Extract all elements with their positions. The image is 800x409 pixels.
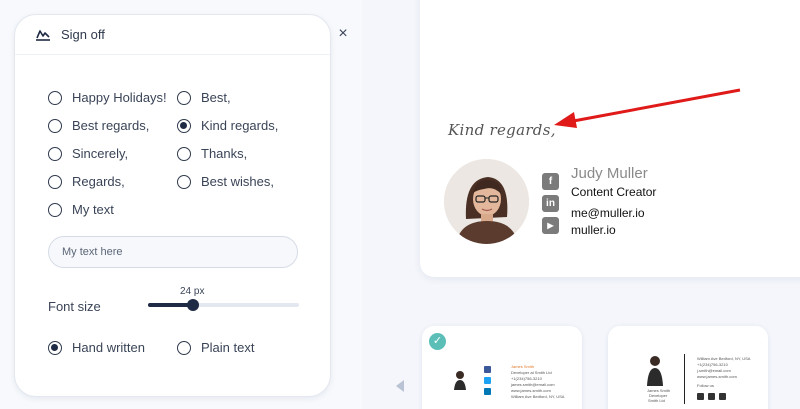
mini-twitter-icon [484,377,491,384]
option-label: Regards, [72,174,125,189]
option-regards[interactable]: Regards, [48,174,125,189]
previous-template-arrow[interactable] [396,380,404,392]
close-button[interactable]: × [336,26,350,42]
template-line: www.james-smith.com [697,374,737,379]
radio-indicator [48,146,62,161]
radio-indicator [177,90,191,105]
option-sincerely[interactable]: Sincerely, [48,146,128,161]
option-kind-regards[interactable]: Kind regards, [177,118,278,133]
style-plain-text[interactable]: Plain text [177,340,254,355]
font-size-value: 24 px [180,286,205,297]
template-thumbnail-2[interactable] [608,326,768,409]
radio-indicator [48,174,62,189]
option-my-text[interactable]: My text [48,202,114,217]
mini-facebook-icon [484,366,491,373]
option-label: Plain text [201,340,255,355]
option-label: Sincerely, [72,146,129,161]
signature-role: Content Creator [571,185,657,199]
mini-twitter-icon [708,393,715,400]
option-label: Best wishes, [201,174,274,189]
youtube-icon[interactable]: ▶ [542,217,559,234]
radio-indicator [177,174,191,189]
check-icon: ✓ [429,333,446,350]
signature-name: Judy Muller [571,165,648,182]
option-happy-holidays[interactable]: Happy Holidays! [48,90,167,105]
radio-indicator [48,90,62,105]
my-text-input[interactable] [48,236,298,268]
option-best-regards[interactable]: Best regards, [48,118,149,133]
radio-indicator [48,118,62,133]
slider-thumb[interactable] [187,299,200,311]
panel-title: Sign off [61,27,105,42]
option-best[interactable]: Best, [177,90,231,105]
option-thanks[interactable]: Thanks, [177,146,247,161]
radio-indicator-selected [177,118,191,133]
radio-indicator [177,146,191,161]
template-line: William Ave Bedford, NY, USA [511,394,565,399]
signature-email: me@muller.io [571,206,645,220]
radio-indicator [48,202,62,217]
option-label: Thanks, [201,146,248,161]
avatar [444,159,529,244]
mini-linkedin-icon [484,388,491,395]
option-label: My text [72,202,114,217]
mini-linkedin-icon [719,393,726,400]
template-avatar [647,356,663,386]
template-divider [684,354,685,404]
font-size-label: Font size [48,299,101,314]
radio-indicator-selected [48,340,62,355]
template-caption: Smith Ltd [648,398,665,403]
sign-off-panel: Sign off Happy Holidays! Best, Best rega… [14,14,331,397]
option-label: Best, [201,90,231,105]
signature-website: muller.io [571,223,616,237]
template-avatar [454,371,466,390]
signature-icon [36,30,50,41]
linkedin-icon[interactable]: in [542,195,559,212]
template-follow-label: Follow us [697,383,714,388]
option-best-wishes[interactable]: Best wishes, [177,174,274,189]
font-size-slider[interactable] [148,299,299,311]
facebook-icon[interactable]: f [542,173,559,190]
option-label: Best regards, [72,118,150,133]
radio-indicator [177,340,191,355]
panel-header: Sign off [15,15,330,55]
style-hand-written[interactable]: Hand written [48,340,145,355]
option-label: Kind regards, [201,118,279,133]
mini-facebook-icon [697,393,704,400]
option-label: Hand written [72,340,145,355]
option-label: Happy Holidays! [72,90,167,105]
arrow-icon [554,88,741,128]
